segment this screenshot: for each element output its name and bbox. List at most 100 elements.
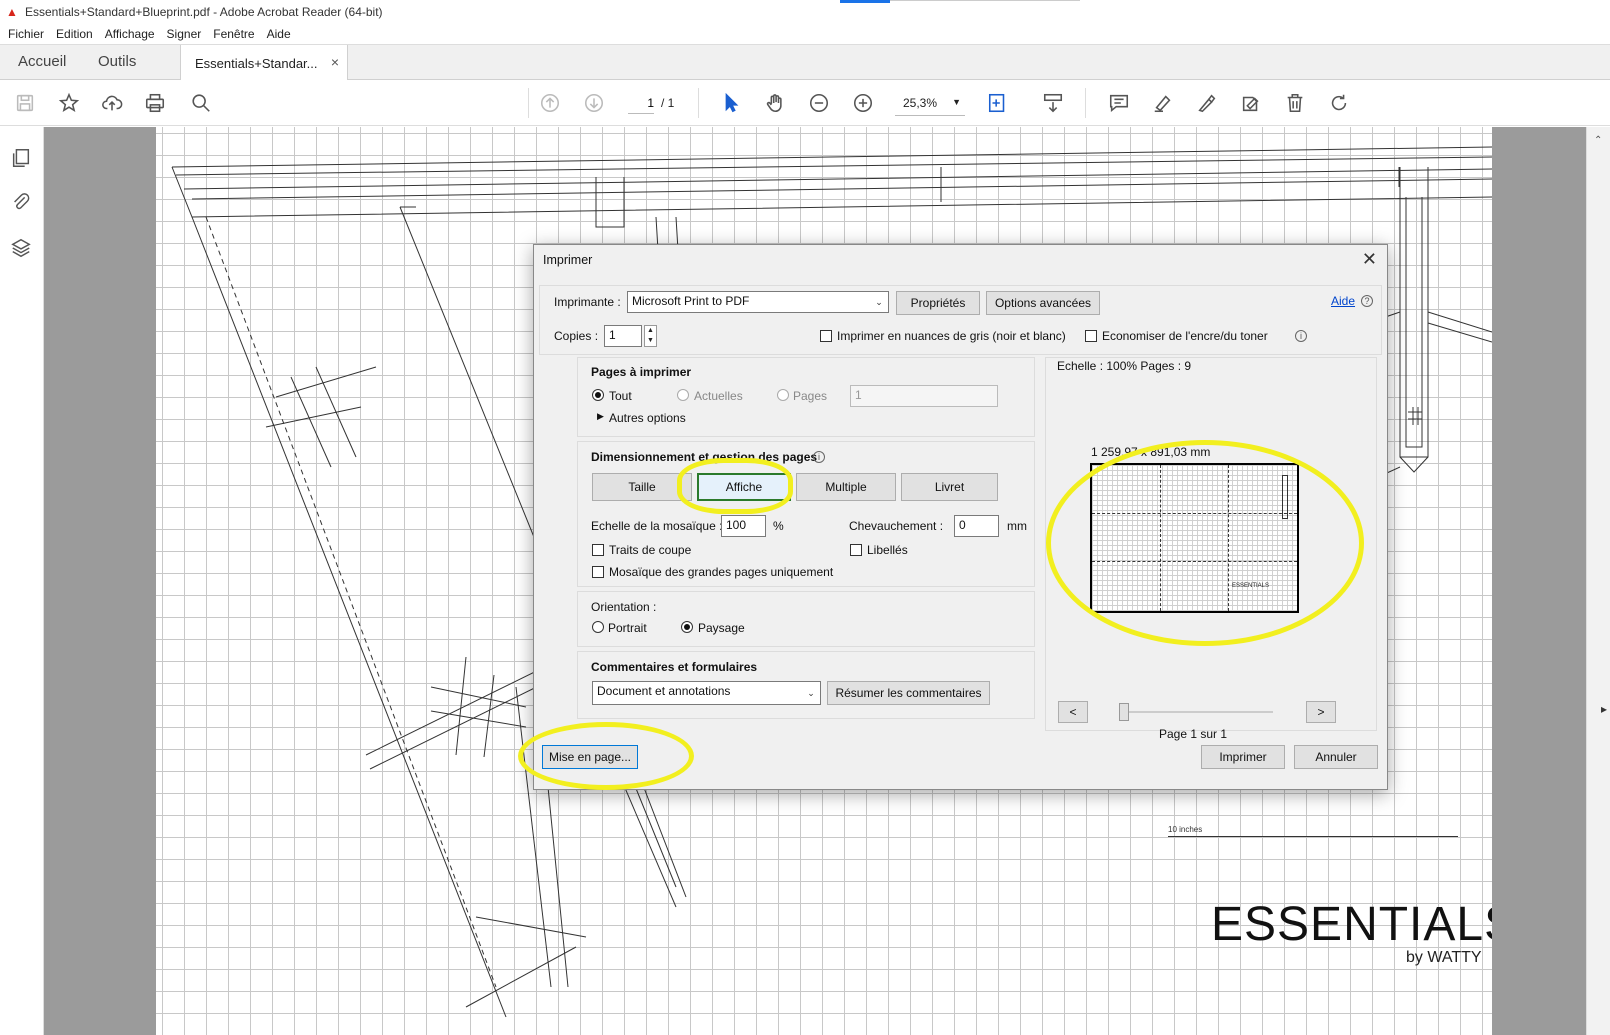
scroll-up-icon[interactable]: ⌃ [1594,135,1602,146]
page-setup-button[interactable]: Mise en page... [542,745,638,769]
pages-current-label: Actuelles [694,389,743,403]
preview-page-info: Page 1 sur 1 [1159,727,1228,741]
sign-icon[interactable] [1194,90,1220,116]
cut-marks-checkbox[interactable] [592,544,604,556]
zoom-out-icon[interactable] [806,90,832,116]
page-up-icon[interactable] [537,90,563,116]
menu-aide[interactable]: Aide [261,27,297,41]
help-icon[interactable]: ? [1361,295,1373,307]
size-button[interactable]: Taille [592,473,692,501]
copies-stepper[interactable]: ▲ ▼ [644,325,657,347]
menu-fenetre[interactable]: Fenêtre [207,27,260,41]
menu-edition[interactable]: Edition [50,27,99,41]
help-link[interactable]: Aide [1331,294,1355,308]
close-tab-icon[interactable]: × [331,54,339,70]
brand-logo: ESSENTIALS [1211,898,1492,951]
copies-value: 1 [609,328,616,342]
booklet-button[interactable]: Livret [901,473,998,501]
grayscale-checkbox[interactable] [820,330,832,342]
window-title: Essentials+Standard+Blueprint.pdf - Adob… [25,5,383,19]
delete-icon[interactable] [1282,90,1308,116]
thumbnail-mark [1282,475,1288,519]
layers-icon[interactable] [10,237,34,261]
toolbar [0,80,1610,126]
preview-next-button[interactable]: > [1306,701,1336,723]
upload-icon[interactable] [99,90,125,116]
properties-button[interactable]: Propriétés [896,291,980,315]
tab-tools[interactable]: Outils [98,53,136,70]
pages-all-radio[interactable] [592,389,604,401]
page-number-input[interactable] [628,92,654,114]
select-arrow-icon[interactable] [718,90,744,116]
scroll-mode-icon[interactable] [1040,90,1066,116]
comments-title: Commentaires et formulaires [591,660,758,674]
menu-fichier[interactable]: Fichier [2,27,50,41]
preview-slider-thumb[interactable] [1119,703,1129,721]
menu-bar: Fichier Edition Affichage Signer Fenêtre… [0,24,1610,44]
summarize-comments-button[interactable]: Résumer les commentaires [827,681,990,705]
hand-icon[interactable] [762,90,788,116]
more-options-link[interactable]: Autres options [609,411,686,425]
poster-button[interactable]: Affiche [697,473,791,501]
tile-large-checkbox[interactable] [592,566,604,578]
save-icon[interactable] [12,90,38,116]
print-icon[interactable] [142,90,168,116]
search-zoom-icon[interactable] [188,90,214,116]
portrait-label: Portrait [608,621,647,635]
expand-triangle-icon[interactable]: ▶ [597,411,604,422]
close-icon[interactable]: ✕ [1362,249,1377,270]
edit-icon[interactable] [1238,90,1264,116]
toolbar-separator [698,88,699,118]
tile-divider [1160,465,1161,611]
zoom-select[interactable]: 25,3% ▼ [895,92,965,116]
preview-thumbnail: ESSENTIALS [1090,463,1299,613]
tab-document[interactable]: Essentials+Standar... × [180,45,348,81]
preview-slider-track[interactable] [1123,711,1273,713]
comments-select[interactable]: Document et annotations ⌄ [592,681,821,705]
pages-range-input[interactable]: 1 [850,385,998,407]
info-icon[interactable]: i [813,451,825,463]
printer-value: Microsoft Print to PDF [632,294,750,308]
pages-icon[interactable] [10,147,34,171]
landscape-label: Paysage [698,621,745,635]
menu-affichage[interactable]: Affichage [99,27,161,41]
page-down-icon[interactable] [581,90,607,116]
grayscale-label: Imprimer en nuances de gris (noir et bla… [837,329,1066,343]
preview-dimensions: 1 259,97 x 891,03 mm [1091,445,1211,459]
vertical-scrollbar[interactable]: ⌃ ▸ [1586,127,1610,1035]
info-icon[interactable]: i [1295,330,1307,342]
tile-scale-input[interactable]: 100 [721,515,766,537]
overlap-unit: mm [1007,519,1027,533]
portrait-radio[interactable] [592,621,604,633]
chevron-down-icon: ⌄ [875,296,883,307]
overlap-label: Chevauchement : [849,519,944,533]
pages-range-radio[interactable] [777,389,789,401]
pages-all-label: Tout [609,389,632,403]
cut-marks-label: Traits de coupe [609,543,692,557]
advanced-options-button[interactable]: Options avancées [986,291,1100,315]
preview-prev-button[interactable]: < [1058,701,1088,723]
highlight-icon[interactable] [1150,90,1176,116]
landscape-radio[interactable] [681,621,693,633]
overlap-input[interactable]: 0 [954,515,999,537]
comment-icon[interactable] [1106,90,1132,116]
tab-home[interactable]: Accueil [18,53,66,70]
multiple-button[interactable]: Multiple [796,473,896,501]
expand-right-icon[interactable]: ▸ [1601,702,1607,716]
overlap-value: 0 [959,518,966,532]
copies-input[interactable]: 1 [604,325,642,347]
print-button[interactable]: Imprimer [1201,745,1285,769]
zoom-in-icon[interactable] [850,90,876,116]
printer-label: Imprimante : [554,295,621,309]
printer-select[interactable]: Microsoft Print to PDF ⌄ [627,291,889,313]
save-ink-checkbox[interactable] [1085,330,1097,342]
fit-page-icon[interactable] [985,90,1011,116]
pages-current-radio[interactable] [677,389,689,401]
scale-line [1168,836,1458,837]
rotate-icon[interactable] [1326,90,1352,116]
star-icon[interactable] [56,90,82,116]
labels-checkbox[interactable] [850,544,862,556]
attachment-icon[interactable] [10,191,34,215]
cancel-button[interactable]: Annuler [1294,745,1378,769]
menu-signer[interactable]: Signer [161,27,208,41]
